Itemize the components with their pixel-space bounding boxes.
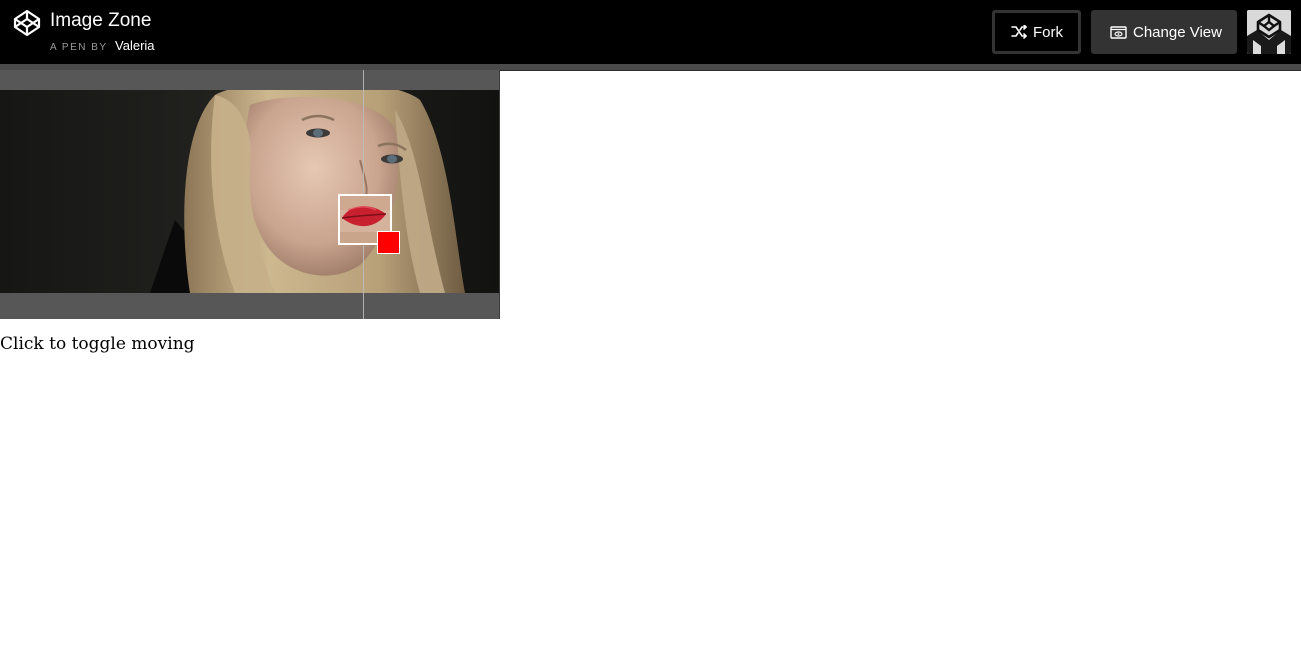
fork-icon	[1011, 25, 1027, 39]
portrait-image	[0, 90, 499, 293]
pen-title: Image Zone	[50, 10, 152, 31]
toggle-hint: Click to toggle moving	[0, 334, 195, 354]
user-avatar[interactable]	[1247, 10, 1291, 54]
change-view-label: Change View	[1133, 23, 1222, 41]
change-view-button[interactable]: Change View	[1091, 10, 1237, 54]
codepen-header: Image Zone A PEN BY Valeria Fork Change …	[0, 0, 1301, 64]
author-link[interactable]: Valeria	[115, 38, 155, 53]
resize-handle[interactable]	[377, 231, 400, 254]
byline-prefix: A PEN BY	[50, 42, 108, 53]
fork-button[interactable]: Fork	[992, 10, 1081, 54]
codepen-avatar-icon	[1247, 10, 1291, 54]
fork-label: Fork	[1033, 23, 1063, 41]
image-zone[interactable]	[0, 70, 500, 319]
codepen-logo-icon[interactable]	[13, 9, 41, 37]
eye-view-icon	[1110, 25, 1127, 39]
pen-byline: A PEN BY Valeria	[50, 38, 155, 56]
